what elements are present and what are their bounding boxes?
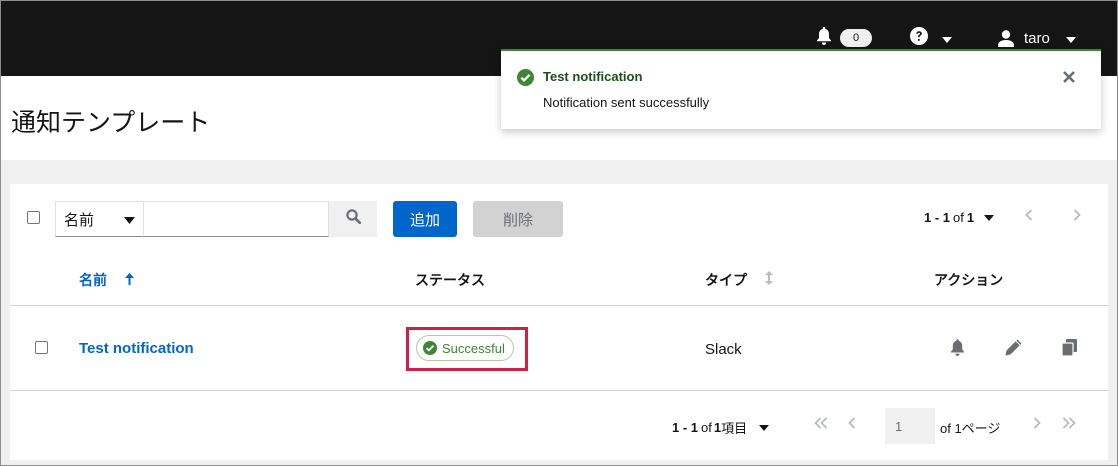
- bell-icon: [816, 27, 832, 49]
- status-badge: Successful: [416, 335, 514, 361]
- pagination-top-toggle[interactable]: 1 - 1 of 1: [924, 210, 995, 225]
- angle-right-icon[interactable]: [1073, 208, 1081, 225]
- pagination-range: 1 - 1: [672, 420, 699, 435]
- pencil-icon[interactable]: [1005, 339, 1022, 356]
- pagination-of: of: [701, 420, 712, 435]
- add-button[interactable]: 追加: [393, 201, 457, 237]
- caret-down-icon: [984, 214, 995, 221]
- pagination-bottom-toggle[interactable]: 1 - 1 of 1 項目: [672, 418, 770, 437]
- toast-description: Notification sent successfully: [543, 95, 710, 110]
- copy-icon[interactable]: [1062, 339, 1077, 356]
- user-name: taro: [1024, 29, 1050, 47]
- column-header-status: ステータス: [415, 272, 485, 288]
- close-icon[interactable]: [1061, 69, 1077, 85]
- column-header-type[interactable]: タイプ: [705, 270, 773, 290]
- pagination-of: of: [953, 210, 964, 225]
- caret-down-icon: [942, 30, 952, 47]
- notifications-button[interactable]: 0: [816, 27, 872, 49]
- caret-down-icon: [1065, 30, 1076, 47]
- bell-icon[interactable]: [950, 339, 965, 356]
- check-circle-icon: [517, 69, 534, 86]
- status-text: Successful: [442, 340, 505, 356]
- help-menu[interactable]: [910, 27, 952, 49]
- select-all-checkbox[interactable]: [27, 211, 40, 224]
- pagination-total: 1: [713, 420, 722, 435]
- angle-right-icon[interactable]: [1033, 416, 1041, 433]
- help-icon: [910, 27, 928, 49]
- toast-alert: Test notification Notification sent succ…: [501, 49, 1101, 129]
- angle-left-icon[interactable]: [848, 416, 856, 433]
- template-name-link[interactable]: Test notification: [79, 340, 194, 357]
- pagination-unit: 項目: [721, 421, 748, 436]
- templates-card: 名前 追加 削除 1 - 1 of 1 名前 ステータス タイプ アクション T…: [10, 184, 1108, 460]
- user-icon: [998, 29, 1014, 47]
- row-divider: [10, 305, 1108, 306]
- of-pages-label: of 1ページ: [940, 421, 1001, 436]
- column-header-name[interactable]: 名前: [79, 270, 134, 290]
- page-title: 通知テンプレート: [11, 109, 211, 137]
- search-button[interactable]: [329, 201, 377, 237]
- pagination-range: 1 - 1: [924, 210, 951, 225]
- type-cell: Slack: [705, 341, 742, 358]
- angle-left-icon[interactable]: [1025, 208, 1033, 225]
- filter-attribute-select[interactable]: 名前: [55, 201, 143, 237]
- check-circle-icon: [423, 341, 437, 355]
- app-frame: 0 taro 通知テンプレート 名前 追加 削除 1 - 1 of 1 名前 ス…: [0, 0, 1118, 466]
- user-menu[interactable]: taro: [998, 27, 1076, 49]
- pagination-total: 1: [966, 210, 975, 225]
- row-select-checkbox[interactable]: [35, 341, 48, 354]
- delete-button[interactable]: 削除: [473, 201, 563, 237]
- filter-attribute-value: 名前: [64, 211, 95, 229]
- angle-double-right-icon[interactable]: [1062, 416, 1076, 433]
- notification-count-badge: 0: [840, 29, 872, 47]
- angle-double-left-icon[interactable]: [814, 416, 828, 433]
- page-number-input[interactable]: 1: [885, 408, 935, 444]
- toast-title: Test notification: [543, 69, 643, 84]
- search-input[interactable]: [143, 201, 329, 237]
- sort-up-icon: [124, 272, 134, 288]
- caret-down-icon: [124, 211, 135, 228]
- caret-down-icon: [759, 424, 770, 431]
- search-icon: [345, 209, 361, 229]
- column-header-actions: アクション: [934, 272, 1004, 288]
- sort-icon: [764, 271, 773, 288]
- row-divider: [10, 390, 1108, 391]
